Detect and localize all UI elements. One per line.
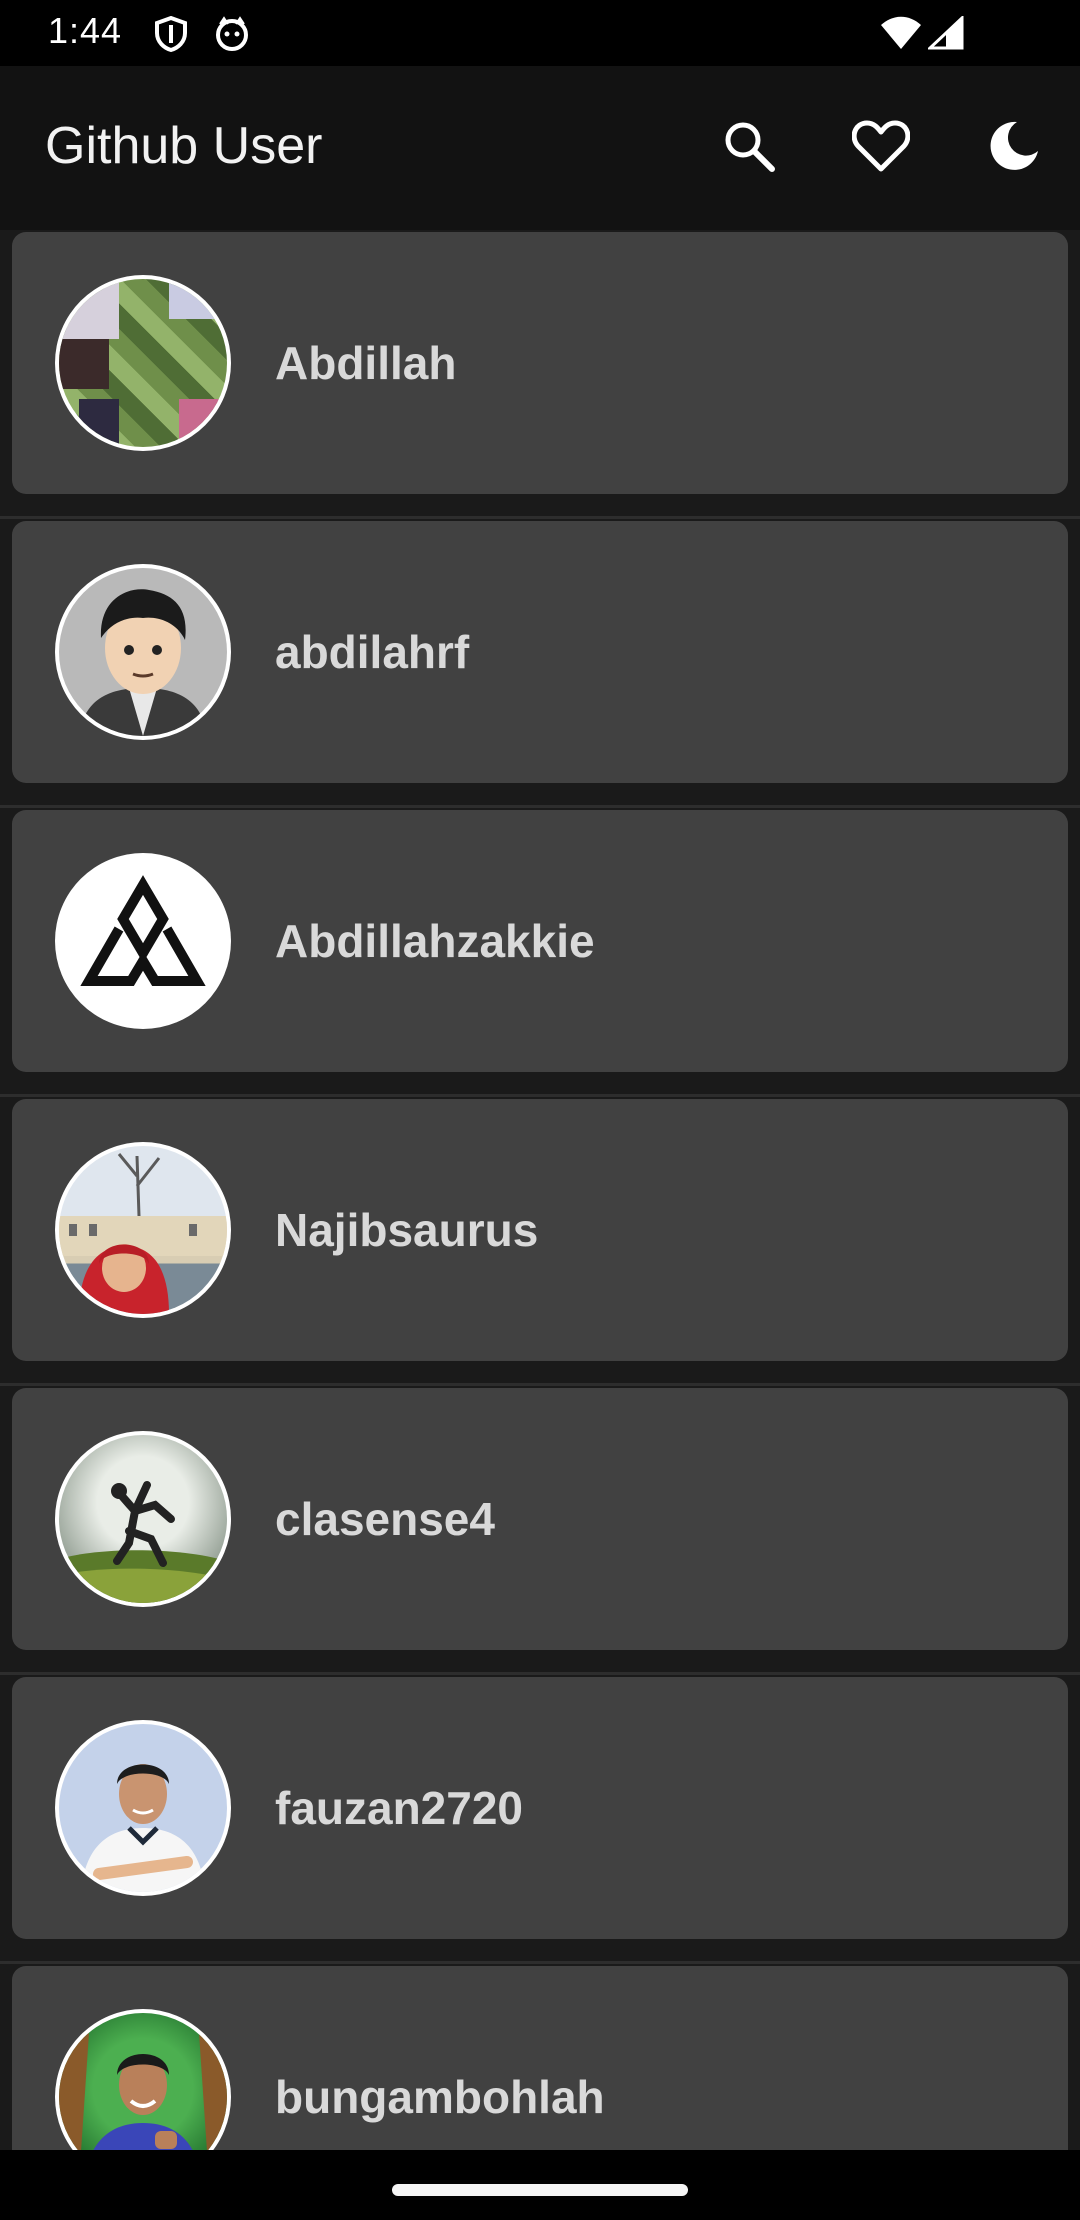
- user-card[interactable]: clasense4: [12, 1388, 1068, 1650]
- avatar: [55, 275, 231, 451]
- search-button[interactable]: [707, 106, 791, 190]
- list-item[interactable]: Najibsaurus: [0, 1097, 1080, 1386]
- theme-toggle-button[interactable]: [972, 106, 1056, 190]
- username: Abdillahzakkie: [275, 915, 595, 967]
- favorites-button[interactable]: [839, 106, 923, 190]
- list-item[interactable]: clasense4: [0, 1386, 1080, 1675]
- app-title: Github User: [45, 117, 323, 175]
- cellular-signal-icon: [926, 14, 964, 55]
- avatar: [55, 1431, 231, 1607]
- user-list[interactable]: Abdillah abdilahrf Abdillahzakkie Najibs…: [0, 230, 1080, 2150]
- username: clasense4: [275, 1493, 495, 1545]
- list-item[interactable]: Abdillah: [0, 230, 1080, 519]
- avatar: [55, 1720, 231, 1896]
- list-item[interactable]: abdilahrf: [0, 519, 1080, 808]
- shield-icon: [154, 15, 188, 57]
- search-icon: [722, 119, 776, 178]
- username: fauzan2720: [275, 1782, 524, 1834]
- user-card[interactable]: abdilahrf: [12, 521, 1068, 783]
- user-card[interactable]: Najibsaurus: [12, 1099, 1068, 1361]
- cat-face-icon: [214, 16, 250, 57]
- avatar: [55, 853, 231, 1029]
- status-bar: 1:44: [0, 0, 1080, 66]
- avatar: [55, 1142, 231, 1318]
- avatar: [55, 564, 231, 740]
- home-gesture-handle[interactable]: [392, 2184, 688, 2196]
- navigation-bar: [0, 2150, 1080, 2220]
- user-card[interactable]: Abdillah: [12, 232, 1068, 494]
- user-card[interactable]: bungambohlah: [12, 1966, 1068, 2150]
- moon-icon: [987, 119, 1041, 178]
- status-time: 1:44: [48, 10, 123, 51]
- username: bungambohlah: [275, 2071, 605, 2123]
- user-card[interactable]: Abdillahzakkie: [12, 810, 1068, 1072]
- avatar: [55, 2009, 231, 2150]
- list-item[interactable]: Abdillahzakkie: [0, 808, 1080, 1097]
- wifi-icon: [880, 16, 922, 55]
- app-bar: Github User: [0, 66, 1080, 230]
- list-item[interactable]: fauzan2720: [0, 1675, 1080, 1964]
- user-card[interactable]: fauzan2720: [12, 1677, 1068, 1939]
- username: Najibsaurus: [275, 1204, 539, 1256]
- username: Abdillah: [275, 337, 457, 389]
- username: abdilahrf: [275, 626, 470, 678]
- list-item[interactable]: bungambohlah: [0, 1964, 1080, 2150]
- heart-icon: [851, 120, 911, 177]
